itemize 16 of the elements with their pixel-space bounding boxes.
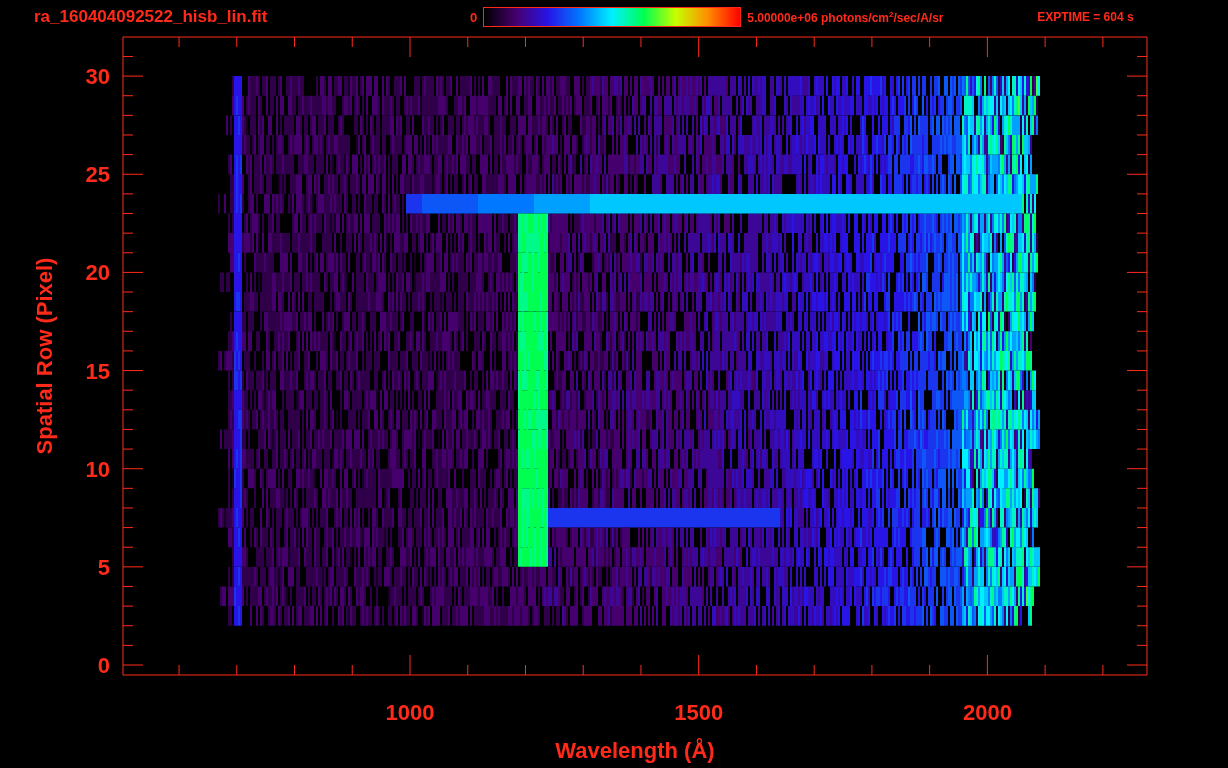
x-tick-label: 1000 [385, 700, 435, 725]
y-tick-label: 10 [85, 456, 110, 482]
x-axis-label: Wavelength (Å) [555, 738, 715, 763]
y-tick-label: 5 [97, 554, 110, 580]
colorbar-min-label: 0 [470, 9, 478, 25]
x-tick-label: 1500 [674, 700, 724, 725]
y-tick-label: 20 [85, 260, 110, 286]
x-tick-label: 2000 [962, 700, 1012, 725]
file-title: ra_160404092522_hisb_lin.fit [34, 7, 269, 27]
y-tick-label: 25 [85, 162, 110, 188]
y-tick-label: 30 [85, 64, 110, 90]
exposure-time: EXPTIME = 604 s [1037, 10, 1134, 24]
y-axis-label: Spatial Row (Pixel) [32, 257, 57, 455]
y-tick-label: 0 [97, 653, 110, 678]
colorbar-max-label: 5.00000e+06 photons/cm$^{2}$/sec/A/sr [747, 9, 945, 25]
y-tick-label: 15 [85, 358, 110, 384]
